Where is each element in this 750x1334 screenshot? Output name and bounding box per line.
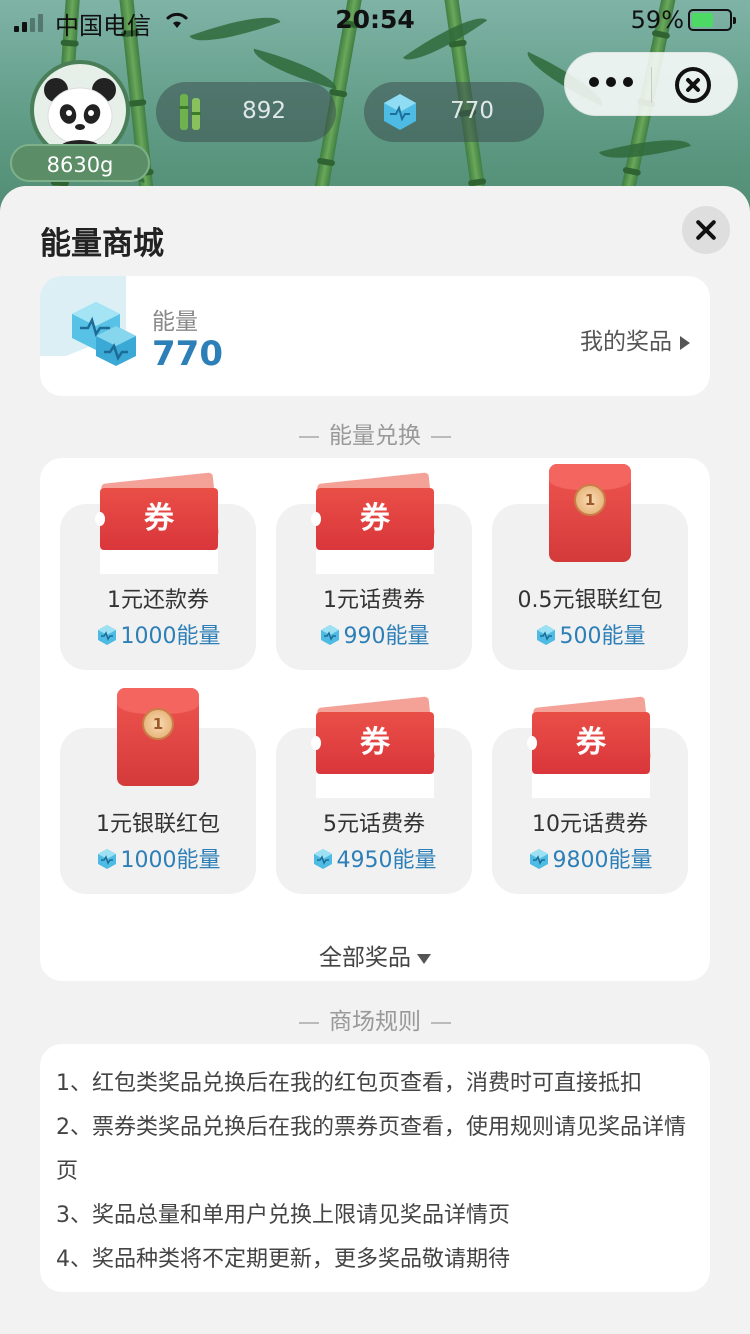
prize-price: 990能量: [276, 618, 472, 650]
energy-gem-icon: [529, 849, 548, 869]
prize-item[interactable]: 券 1元话费券 990能量: [276, 472, 472, 670]
coupon-icon: 券: [95, 472, 220, 574]
coin-badge: 1: [574, 484, 606, 516]
close-icon[interactable]: [682, 206, 730, 254]
prize-item[interactable]: 1 1元银联红包 1000能量: [60, 688, 256, 894]
coupon-badge: 券: [527, 712, 650, 774]
prize-price: 500能量: [492, 618, 688, 650]
prize-price-label: 9800能量: [552, 848, 653, 873]
prize-name: 1元话费券: [323, 588, 425, 613]
coupon-badge: 券: [311, 488, 434, 550]
red-envelope-icon: 1: [549, 464, 631, 562]
coupon-icon: 券: [311, 472, 436, 574]
red-envelope-icon: 1: [117, 688, 199, 786]
all-prizes-label: 全部奖品: [319, 945, 411, 971]
bamboo-counter[interactable]: 892: [156, 82, 336, 142]
bamboo-count: 892: [242, 98, 286, 124]
bamboo-icon: [179, 94, 201, 130]
prize-price-label: 4950能量: [336, 848, 437, 873]
coupon-badge: 券: [95, 488, 218, 550]
energy-mall-sheet: 能量商城 能量 770 我的奖品 能量兑换 券 1元还款券 1000能量券 1元话费券…: [0, 186, 750, 1334]
more-dots-icon[interactable]: [589, 77, 633, 87]
prize-item[interactable]: 券 10元话费券 9800能量: [492, 696, 688, 894]
battery-percent: 59%: [630, 6, 684, 34]
prize-name: 1元还款券: [107, 588, 209, 613]
energy-count: 770: [450, 98, 494, 124]
exchange-section-title: 能量兑换: [0, 416, 750, 450]
rule-item: 1、红包类奖品兑换后在我的红包页查看，消费时可直接抵扣: [56, 1071, 642, 1096]
miniapp-capsule: [564, 52, 738, 116]
status-bar: 中国电信 20:54 59%: [0, 0, 750, 42]
coupon-icon: 券: [527, 696, 652, 798]
energy-gem-icon: [313, 849, 332, 869]
prize-price-label: 1000能量: [120, 624, 221, 649]
prize-price: 4950能量: [276, 842, 472, 874]
weight-badge: 8630g: [10, 144, 150, 182]
battery-fill: [692, 13, 714, 27]
energy-gem-icon: [97, 625, 116, 645]
chevron-down-icon: [417, 953, 431, 964]
prize-grid: 券 1元还款券 1000能量券 1元话费券 990能量 1 0.5元银联红包 500能量 1 1元…: [40, 458, 710, 981]
energy-gem-icon: [72, 302, 136, 366]
energy-gem-icon: [320, 625, 339, 645]
rules-section-label: 商场规则: [329, 1009, 421, 1035]
exchange-section-label: 能量兑换: [329, 423, 421, 449]
battery-icon: [688, 9, 736, 31]
prize-name: 1元银联红包: [96, 812, 220, 837]
prize-price: 1000能量: [60, 618, 256, 650]
energy-gem-icon: [536, 625, 555, 645]
energy-counter[interactable]: 770: [364, 82, 544, 142]
prize-price-label: 990能量: [343, 624, 430, 649]
prize-name: 5元话费券: [323, 812, 425, 837]
prize-price-label: 500能量: [559, 624, 646, 649]
prize-name: 0.5元银联红包: [517, 588, 663, 613]
close-circle-icon[interactable]: [675, 67, 711, 103]
my-prizes-label: 我的奖品: [580, 329, 672, 355]
panda-icon: [44, 78, 116, 156]
prize-item[interactable]: 1 0.5元银联红包 500能量: [492, 464, 688, 670]
rule-item: 3、奖品总量和单用户兑换上限请见奖品详情页: [56, 1203, 510, 1228]
rule-item: 2、票券类奖品兑换后在我的票券页查看，使用规则请见奖品详情页: [56, 1115, 686, 1184]
prize-name: 10元话费券: [532, 812, 648, 837]
coupon-icon: 券: [311, 696, 436, 798]
my-prizes-link[interactable]: 我的奖品: [580, 322, 690, 356]
rules-card: 1、红包类奖品兑换后在我的红包页查看，消费时可直接抵扣 2、票券类奖品兑换后在我…: [40, 1044, 710, 1292]
coupon-badge: 券: [311, 712, 434, 774]
prize-item[interactable]: 券 5元话费券 4950能量: [276, 696, 472, 894]
prize-price: 9800能量: [492, 842, 688, 874]
coin-badge: 1: [142, 708, 174, 740]
energy-balance-card: 能量 770 我的奖品: [40, 276, 710, 396]
prize-price: 1000能量: [60, 842, 256, 874]
prize-price-label: 1000能量: [120, 848, 221, 873]
rule-item: 4、奖品种类将不定期更新，更多奖品敬请期待: [56, 1247, 510, 1272]
energy-label: 能量: [152, 309, 198, 335]
all-prizes-toggle[interactable]: 全部奖品: [40, 938, 710, 972]
energy-gem-icon: [384, 94, 416, 130]
energy-value: 770: [152, 334, 223, 374]
arrow-right-icon: [680, 335, 690, 350]
capsule-divider: [651, 67, 652, 103]
energy-gem-icon: [97, 849, 116, 869]
sheet-title: 能量商城: [40, 226, 164, 262]
prize-item[interactable]: 券 1元还款券 1000能量: [60, 472, 256, 670]
rules-section-title: 商场规则: [0, 1002, 750, 1036]
